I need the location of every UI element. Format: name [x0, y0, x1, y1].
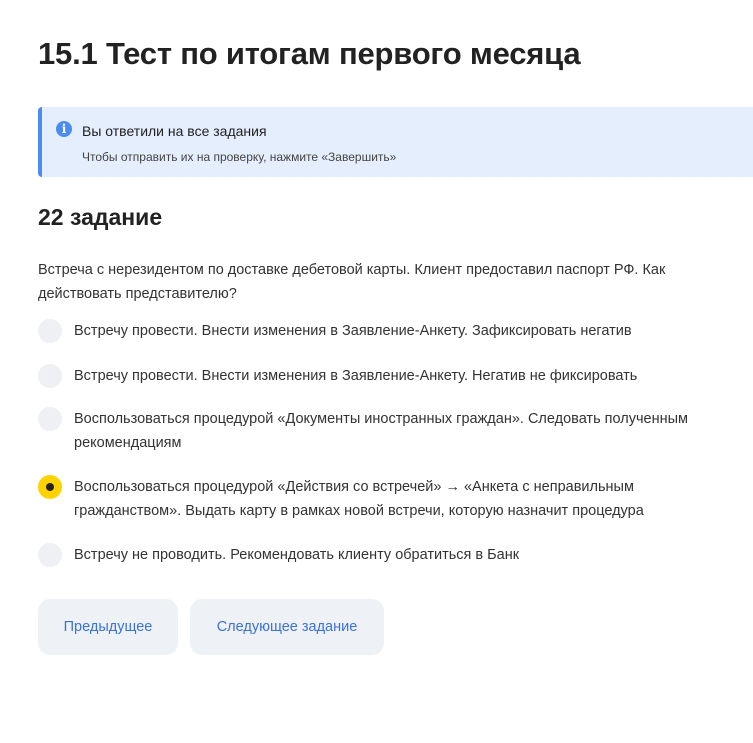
task-heading: 22 задание [38, 204, 163, 230]
next-task-button[interactable]: Следующее задание [190, 599, 384, 655]
radio-button[interactable] [38, 364, 62, 388]
answer-option-label: Воспользоваться процедурой «Документы ин… [74, 411, 688, 451]
notice-title: Вы ответили на все задания [82, 123, 267, 139]
radio-button-selected[interactable] [38, 475, 62, 499]
radio-button[interactable] [38, 319, 62, 343]
answer-option-label: Встречу провести. Внести изменения в Зая… [74, 368, 638, 384]
notice-text: Чтобы отправить их на проверку, нажмите … [82, 150, 397, 164]
page-title: 15.1 Тест по итогам первого месяца [38, 36, 581, 71]
info-icon: i [56, 121, 72, 137]
completion-notice: i Вы ответили на все задания Чтобы отпра… [38, 107, 753, 177]
previous-button[interactable]: Предыдущее [38, 599, 178, 655]
test-page: 15.1 Тест по итогам первого месяца i Вы … [0, 0, 753, 743]
radio-button[interactable] [38, 543, 62, 567]
question-text: Встреча с нерезидентом по доставке дебет… [38, 262, 666, 302]
answer-option-label: Воспользоваться процедурой «Действия со … [74, 479, 644, 519]
answer-option-label: Встречу провести. Внести изменения в Зая… [74, 323, 632, 339]
answer-option-label: Встречу не проводить. Рекомендовать клие… [74, 547, 520, 563]
radio-button[interactable] [38, 407, 62, 431]
